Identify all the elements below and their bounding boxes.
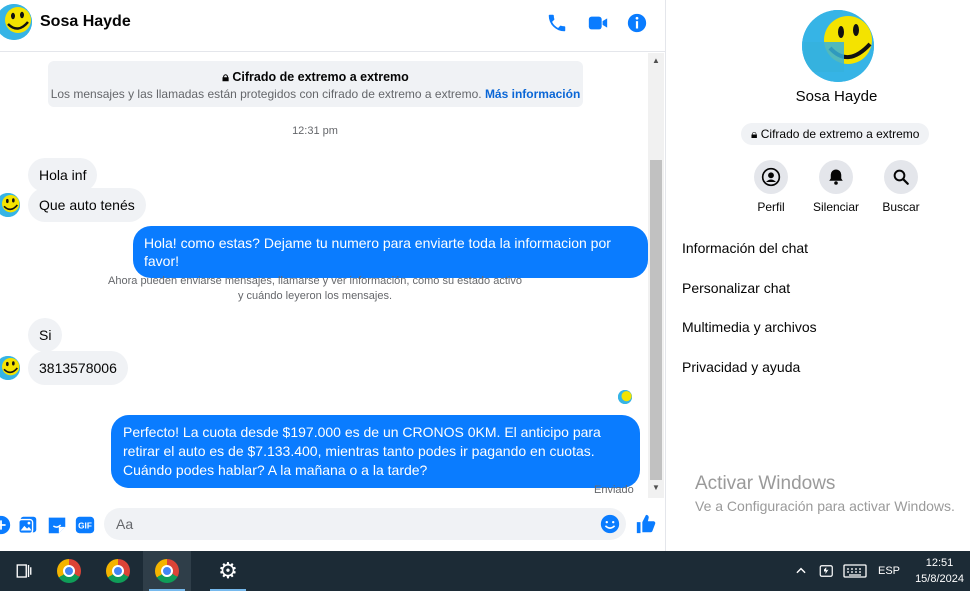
e2e-notice-title: 🔒︎ Cifrado de extremo a extremo <box>222 70 409 84</box>
chat-pane: Sosa Hayde 🔒︎ Cifrado de extremo a extre… <box>0 0 665 551</box>
menu-chat-info[interactable]: Información del chat <box>682 240 808 256</box>
contact-name[interactable]: Sosa Hayde <box>40 13 131 31</box>
photo-icon[interactable] <box>17 514 39 536</box>
profile-icon[interactable] <box>754 160 788 194</box>
profile-avatar[interactable] <box>802 10 874 82</box>
message-incoming[interactable]: Que auto tenés <box>28 188 146 222</box>
clock[interactable]: 12:51 15/8/2024 <box>915 555 964 587</box>
chrome-app-icon[interactable] <box>45 551 93 591</box>
emoji-icon[interactable] <box>599 513 621 535</box>
mute-action[interactable]: Silenciar <box>806 160 866 214</box>
settings-gear-icon[interactable]: ⚙︎ <box>204 551 252 591</box>
language-indicator[interactable]: ESP <box>878 551 900 591</box>
lock-icon: 🔒︎ <box>751 127 758 141</box>
e2e-badge[interactable]: 🔒︎ Cifrado de extremo a extremo <box>741 123 930 145</box>
add-icon[interactable] <box>0 514 12 536</box>
message-input[interactable] <box>104 508 626 540</box>
message-incoming[interactable]: Si <box>28 318 63 352</box>
svg-text:GIF: GIF <box>78 522 92 531</box>
sender-avatar[interactable] <box>0 193 20 217</box>
delivery-status: Enviado <box>594 484 634 496</box>
like-thumb-icon[interactable] <box>635 512 657 534</box>
phone-icon[interactable] <box>546 12 570 36</box>
lock-icon: 🔒︎ <box>222 70 229 84</box>
sticker-icon[interactable] <box>46 514 68 536</box>
time-separator: 12:31 pm <box>292 125 338 137</box>
composer: GIF <box>0 500 665 551</box>
info-icon[interactable] <box>626 12 650 36</box>
details-pane: Sosa Hayde 🔒︎ Cifrado de extremo a extre… <box>665 0 970 551</box>
message-outgoing[interactable]: Hola! como estas? Dejame tu numero para … <box>133 226 648 278</box>
contact-avatar[interactable] <box>0 4 32 40</box>
profile-name: Sosa Hayde <box>795 88 878 105</box>
menu-customize-chat[interactable]: Personalizar chat <box>682 280 790 296</box>
chrome-profile-app-icon[interactable] <box>143 551 191 591</box>
chrome-app-icon[interactable] <box>94 551 142 591</box>
bell-icon[interactable] <box>819 160 853 194</box>
seen-receipt-avatar <box>618 390 632 404</box>
chat-header: Sosa Hayde <box>0 0 665 52</box>
scroll-up-arrow-icon[interactable]: ▲ <box>648 53 664 69</box>
more-info-link[interactable]: Más información <box>485 87 580 101</box>
message-outgoing[interactable]: Perfecto! La cuota desde $197.000 es de … <box>111 415 640 488</box>
keyboard-icon[interactable] <box>843 551 867 591</box>
search-action[interactable]: Buscar <box>871 160 931 214</box>
e2e-notice: 🔒︎ Cifrado de extremo a extremo Los mens… <box>48 61 583 107</box>
scrollbar-thumb[interactable] <box>650 160 662 480</box>
message-incoming[interactable]: Hola inf <box>28 158 98 192</box>
scroll-down-arrow-icon[interactable]: ▼ <box>648 480 664 496</box>
gif-icon[interactable]: GIF <box>74 514 96 536</box>
menu-media-files[interactable]: Multimedia y archivos <box>682 319 817 335</box>
task-view-icon[interactable] <box>0 551 48 591</box>
e2e-notice-body: Los mensajes y las llamadas están proteg… <box>50 87 581 101</box>
message-list[interactable]: 🔒︎ Cifrado de extremo a extremo Los mens… <box>0 53 648 498</box>
tray-chevron-up-icon[interactable] <box>794 551 808 591</box>
profile-action[interactable]: Perfil <box>741 160 801 214</box>
battery-icon[interactable] <box>818 551 836 591</box>
search-icon[interactable] <box>884 160 918 194</box>
activation-watermark: Activar Windows Ve a Configuración para … <box>695 473 955 514</box>
video-call-icon[interactable] <box>586 12 610 36</box>
sender-avatar[interactable] <box>0 356 20 380</box>
system-note: Ahora pueden enviarse mensajes, llamarse… <box>108 275 522 302</box>
taskbar: ⚙︎ ESP 12:51 15/8/2024 <box>0 551 970 591</box>
message-incoming[interactable]: 3813578006 <box>28 351 128 385</box>
menu-privacy-support[interactable]: Privacidad y ayuda <box>682 359 800 375</box>
